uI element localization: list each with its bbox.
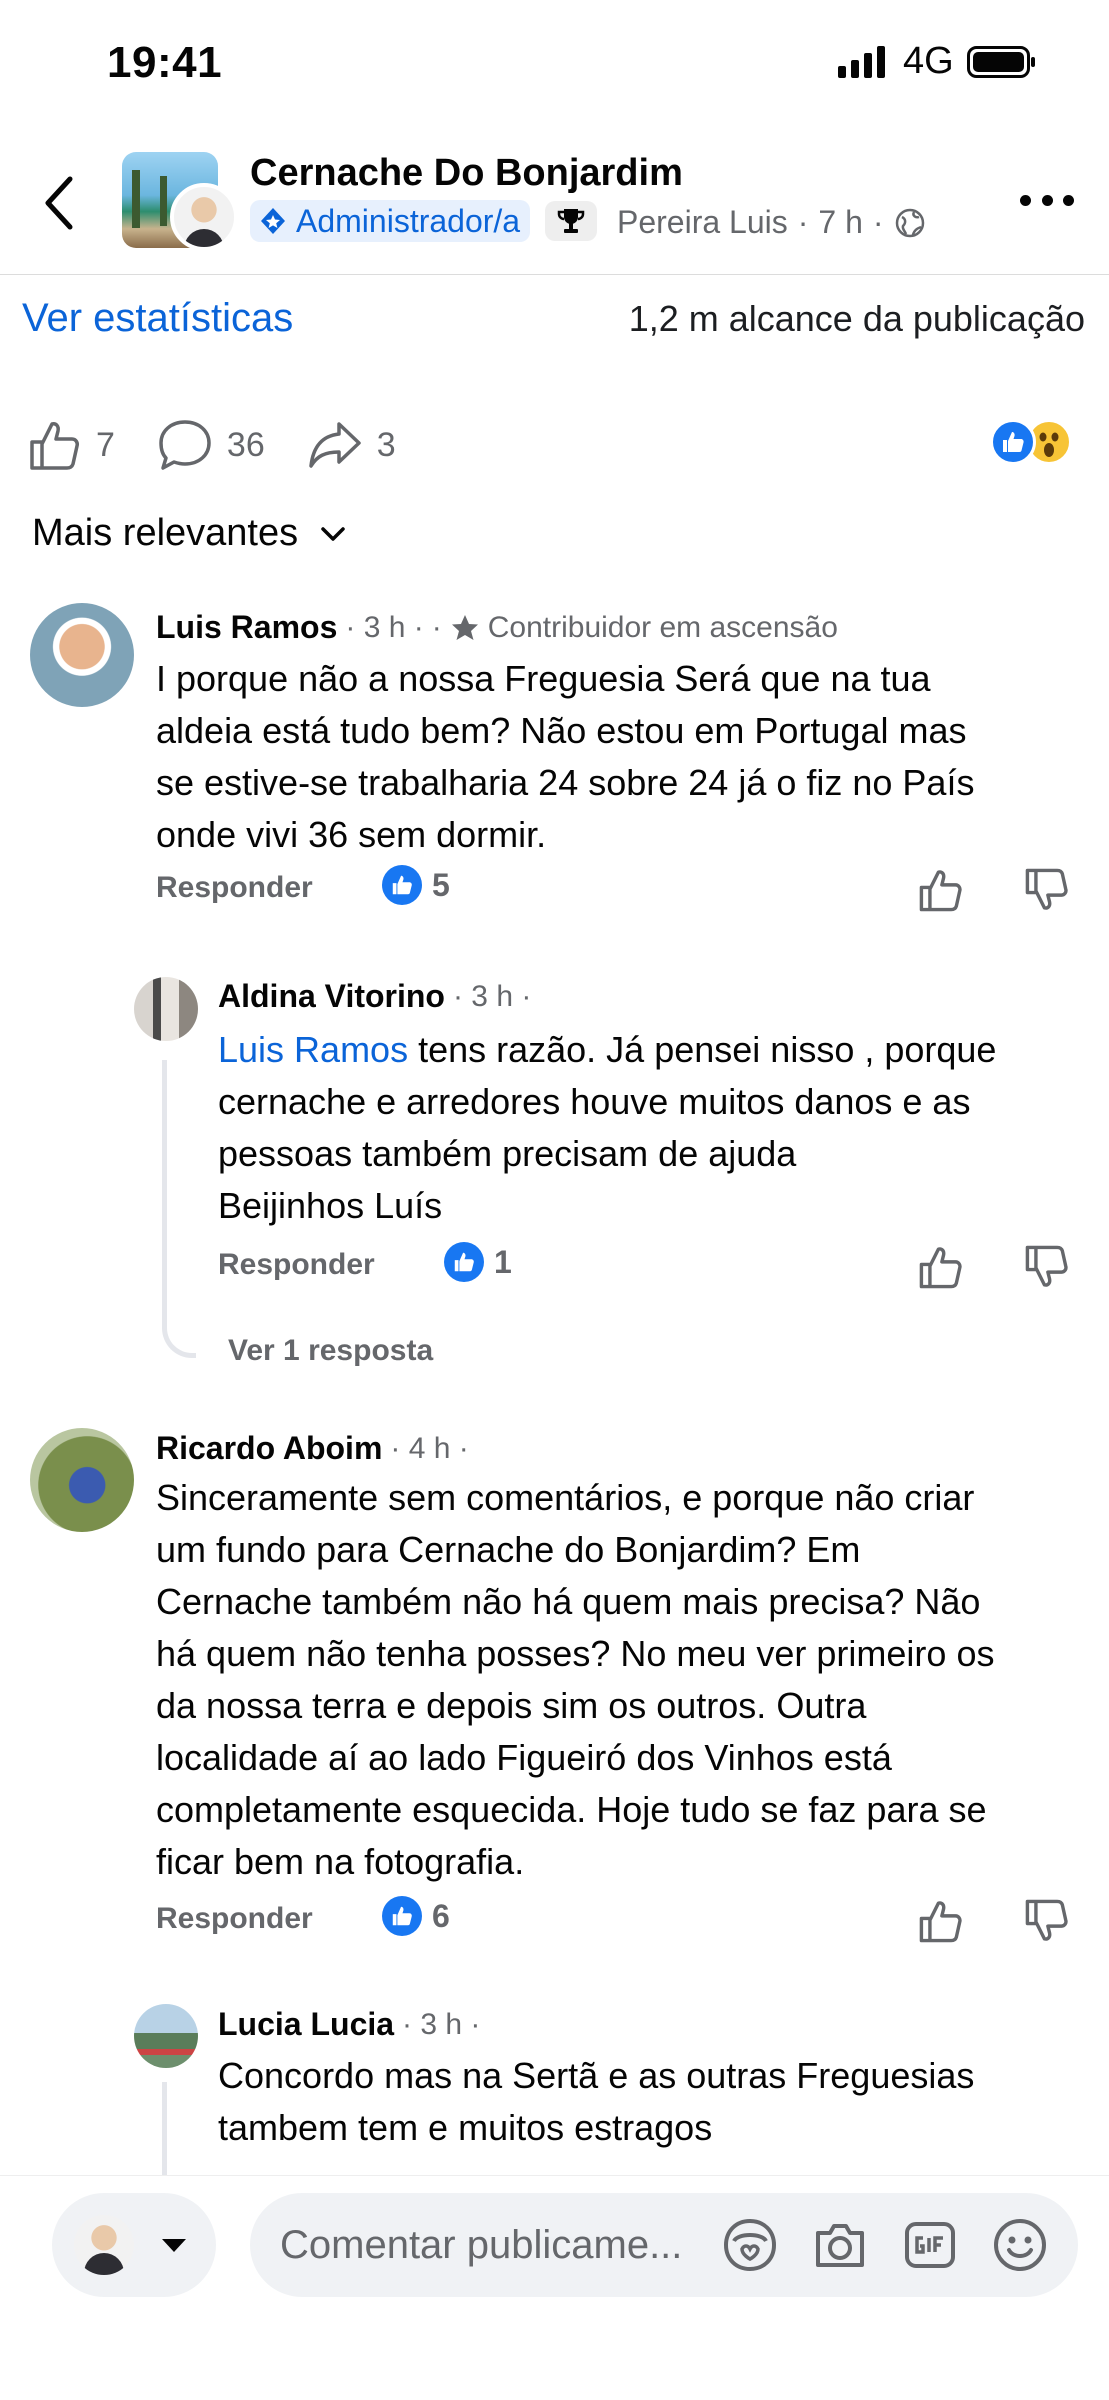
comment-input[interactable]: Comentar publicame... bbox=[250, 2193, 1078, 2297]
commenter-name[interactable]: Luis Ramos bbox=[156, 609, 337, 646]
comment-like-count[interactable]: 5 bbox=[382, 865, 450, 905]
reply-button[interactable]: Responder bbox=[156, 871, 313, 905]
caret-down-icon bbox=[162, 2239, 186, 2252]
post-header: Cernache Do Bonjardim Administrador/a Pe… bbox=[0, 125, 1109, 275]
commenter-avatar[interactable] bbox=[30, 1428, 134, 1532]
share-button[interactable]: 3 bbox=[307, 418, 396, 472]
admin-shield-icon bbox=[261, 208, 285, 234]
comment-text: Luis Ramos tens razão. Já pensei nisso ,… bbox=[218, 1029, 997, 1226]
comment-composer: Comentar publicame... bbox=[0, 2175, 1109, 2400]
like-reaction-icon bbox=[382, 1896, 422, 1936]
post-actions: 7 36 3 bbox=[28, 410, 438, 480]
commenter-name[interactable]: Lucia Lucia bbox=[218, 2006, 394, 2043]
comment-button[interactable]: 36 bbox=[157, 418, 265, 472]
gif-icon[interactable] bbox=[900, 2215, 960, 2275]
downvote-icon[interactable] bbox=[1024, 1244, 1070, 1290]
comment-count: 36 bbox=[226, 425, 265, 464]
more-options-button[interactable] bbox=[1020, 195, 1074, 209]
like-button[interactable]: 7 bbox=[28, 418, 115, 472]
comment-text: I porque não a nossa Freguesia Será que … bbox=[156, 658, 975, 855]
upvote-icon[interactable] bbox=[918, 1244, 964, 1290]
group-name[interactable]: Cernache Do Bonjardim bbox=[250, 152, 683, 195]
comment: Ricardo Aboim · 4 h · Sinceramente sem c… bbox=[0, 1420, 1109, 1943]
comment-text: Sinceramente sem comentários, e porque n… bbox=[156, 1477, 995, 1882]
commenter-name[interactable]: Ricardo Aboim bbox=[156, 1430, 382, 1467]
comment-meta: · 3 h · bbox=[452, 979, 532, 1013]
comment-reply: Lucia Lucia · 3 h · Concordo mas na Sert… bbox=[0, 2000, 1109, 2175]
comment-text: Concordo mas na Sertã e as outras Fregue… bbox=[218, 2055, 975, 2148]
downvote-icon[interactable] bbox=[1024, 867, 1070, 913]
role-badge-label: Administrador/a bbox=[296, 202, 521, 239]
like-reaction-icon bbox=[990, 419, 1036, 465]
commenter-avatar[interactable] bbox=[134, 2004, 198, 2068]
mention-link[interactable]: Luis Ramos bbox=[218, 1029, 408, 1070]
author-meta: Pereira Luis · 7 h · bbox=[617, 204, 926, 241]
commenter-avatar[interactable] bbox=[134, 977, 198, 1041]
battery-icon bbox=[967, 46, 1035, 78]
comment-meta: · 3 h · bbox=[345, 610, 424, 644]
comment-like-count[interactable]: 1 bbox=[444, 1242, 512, 1282]
post-age: 7 h bbox=[818, 204, 863, 240]
view-insights-link[interactable]: Ver estatísticas bbox=[22, 296, 293, 341]
comment-like-count[interactable]: 6 bbox=[382, 1896, 450, 1936]
identity-switcher[interactable] bbox=[52, 2193, 216, 2297]
signal-icon bbox=[838, 46, 885, 78]
reactions-summary[interactable] bbox=[990, 419, 1080, 467]
camera-icon[interactable] bbox=[810, 2215, 870, 2275]
like-count: 7 bbox=[96, 425, 115, 464]
share-count: 3 bbox=[376, 425, 396, 464]
status-bar: 19:41 4G bbox=[0, 0, 1109, 125]
post-reach: 1,2 m alcance da publicação bbox=[628, 298, 1085, 339]
contributor-badge: Contribuidor em ascensão bbox=[487, 610, 838, 644]
comment-placeholder: Comentar publicame... bbox=[280, 2223, 683, 2267]
comment-reply: Aldina Vitorino · 3 h · Luis Ramos tens … bbox=[0, 970, 1109, 1370]
upvote-icon[interactable] bbox=[918, 1898, 964, 1944]
comment-bubble-icon bbox=[159, 420, 211, 470]
comment: Luis Ramos · 3 h · · Contribuidor em asc… bbox=[0, 595, 1109, 935]
role-badge: Administrador/a bbox=[250, 200, 531, 242]
reply-button[interactable]: Responder bbox=[218, 1248, 375, 1282]
comment-meta: · 4 h · bbox=[390, 1431, 469, 1465]
globe-icon bbox=[895, 208, 924, 237]
like-reaction-icon bbox=[382, 865, 422, 905]
view-replies-link[interactable]: Ver 1 resposta bbox=[228, 1334, 433, 1368]
emoji-icon[interactable] bbox=[990, 2215, 1050, 2275]
back-arrow-icon[interactable] bbox=[40, 173, 80, 233]
upvote-icon[interactable] bbox=[918, 867, 964, 913]
author-avatar[interactable] bbox=[170, 183, 238, 251]
trophy-badge bbox=[545, 201, 597, 241]
reply-button[interactable]: Responder bbox=[156, 1902, 313, 1936]
user-avatar bbox=[74, 2215, 134, 2275]
downvote-icon[interactable] bbox=[1024, 1898, 1070, 1944]
author-name[interactable]: Pereira Luis bbox=[617, 204, 788, 241]
chevron-down-icon bbox=[321, 526, 345, 541]
thumbs-up-icon bbox=[30, 422, 79, 470]
commenter-name[interactable]: Aldina Vitorino bbox=[218, 978, 445, 1015]
status-time: 19:41 bbox=[107, 38, 223, 87]
like-reaction-icon bbox=[444, 1242, 484, 1282]
avatar-sticker-icon[interactable] bbox=[720, 2215, 780, 2275]
comment-sort-dropdown[interactable]: Mais relevantes bbox=[32, 512, 346, 555]
comment-meta: · 3 h · bbox=[402, 2007, 481, 2041]
commenter-avatar[interactable] bbox=[30, 603, 134, 707]
trophy-icon bbox=[557, 209, 585, 233]
star-icon bbox=[451, 614, 478, 640]
share-arrow-icon bbox=[309, 422, 361, 468]
network-type: 4G bbox=[903, 40, 954, 82]
sort-label: Mais relevantes bbox=[32, 512, 299, 554]
